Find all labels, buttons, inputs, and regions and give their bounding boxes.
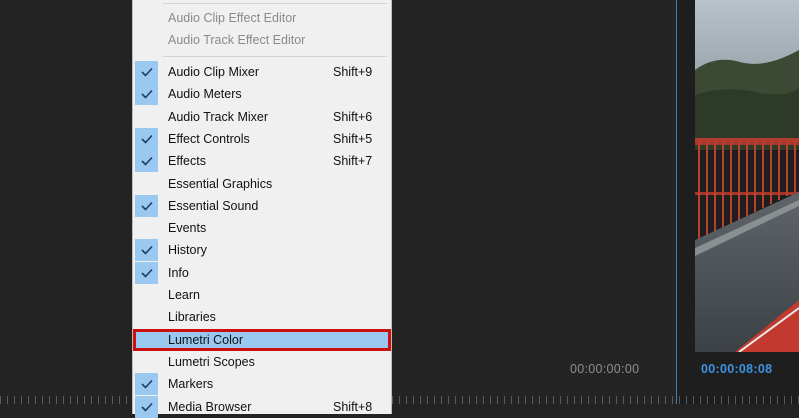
window-menu-dropdown: Audio Clip Effect Editor Audio Track Effe… [132,0,392,418]
menu-separator [163,3,387,4]
menu-item-label: Audio Clip Effect Editor [168,11,297,25]
menu-item-shortcut: Shift+7 [333,154,373,169]
project-panel [0,0,132,404]
menu-item-media-browser[interactable]: Media Browser Shift+8 [133,395,391,418]
program-video-frame [695,0,799,352]
menu-item-label: Lumetri Scopes [168,354,255,369]
menu-item-label: Info [168,265,189,280]
checkmark-icon [135,239,158,262]
menu-item-audio-track-mixer[interactable]: Audio Track Mixer Shift+6 [133,106,391,128]
menu-item-shortcut: Shift+9 [333,65,373,79]
menu-item-label: History [168,243,207,258]
menu-item-lumetri-color[interactable]: Lumetri Color [133,328,391,351]
program-timecode[interactable]: 00:00:08:08 [701,362,772,376]
checkmark-icon [135,261,158,284]
source-monitor-panel [392,0,676,404]
menu-item-label: Media Browser [168,399,252,414]
menu-item-label: Markers [168,377,214,392]
menu-item-shortcut: Shift+8 [333,399,373,414]
checkmark-icon [135,373,158,396]
menu-item-shortcut: Shift+6 [333,109,373,124]
checkmark-icon [135,395,158,418]
menu-item-lumetri-scopes[interactable]: Lumetri Scopes [133,351,391,373]
sequence-timecode[interactable]: 00:00:00:00 [570,362,639,376]
checkmark-icon [135,61,158,83]
menu-item-label: Lumetri Color [168,332,244,347]
timeline-ruler[interactable] [0,396,799,404]
menu-item-label: Effects [168,154,206,169]
checkmark-icon [135,194,158,217]
menu-item-label: Audio Track Mixer [168,109,269,124]
menu-item-learn[interactable]: Learn [133,284,391,306]
menu-item-audio-meters[interactable]: Audio Meters [133,83,391,106]
menu-item-label: Essential Sound [168,198,259,213]
menu-item-label: Events [168,221,207,236]
menu-item-label: Audio Meters [168,87,242,102]
checkmark-icon [135,127,158,150]
menu-item-label: Audio Track Effect Editor [168,33,306,47]
menu-item-label: Essential Graphics [168,176,273,191]
menu-item-label: Effect Controls [168,131,250,146]
menu-item-info[interactable]: Info [133,261,391,284]
menu-item-markers[interactable]: Markers [133,373,391,396]
menu-item-effects[interactable]: Effects Shift+7 [133,150,391,173]
menu-item-shortcut: Shift+5 [333,131,373,146]
menu-item-history[interactable]: History [133,239,391,262]
checkmark-icon [135,150,158,173]
menu-item-effect-controls[interactable]: Effect Controls Shift+5 [133,127,391,150]
menu-item-essential-sound[interactable]: Essential Sound [133,194,391,217]
menu-separator [163,56,387,57]
menu-item-audio-track-effect-editor[interactable]: Audio Track Effect Editor [133,29,391,51]
menu-item-libraries[interactable]: Libraries [133,306,391,328]
menu-item-audio-clip-effect-editor[interactable]: Audio Clip Effect Editor [133,7,391,29]
menu-item-events[interactable]: Events [133,217,391,239]
menu-item-essential-graphics[interactable]: Essential Graphics [133,173,391,195]
checkmark-icon [135,83,158,106]
menu-item-label: Audio Clip Mixer [168,65,260,79]
menu-item-label: Learn [168,288,200,302]
menu-item-label: Libraries [168,310,216,325]
menu-item-audio-clip-mixer[interactable]: Audio Clip Mixer Shift+9 [133,61,391,83]
